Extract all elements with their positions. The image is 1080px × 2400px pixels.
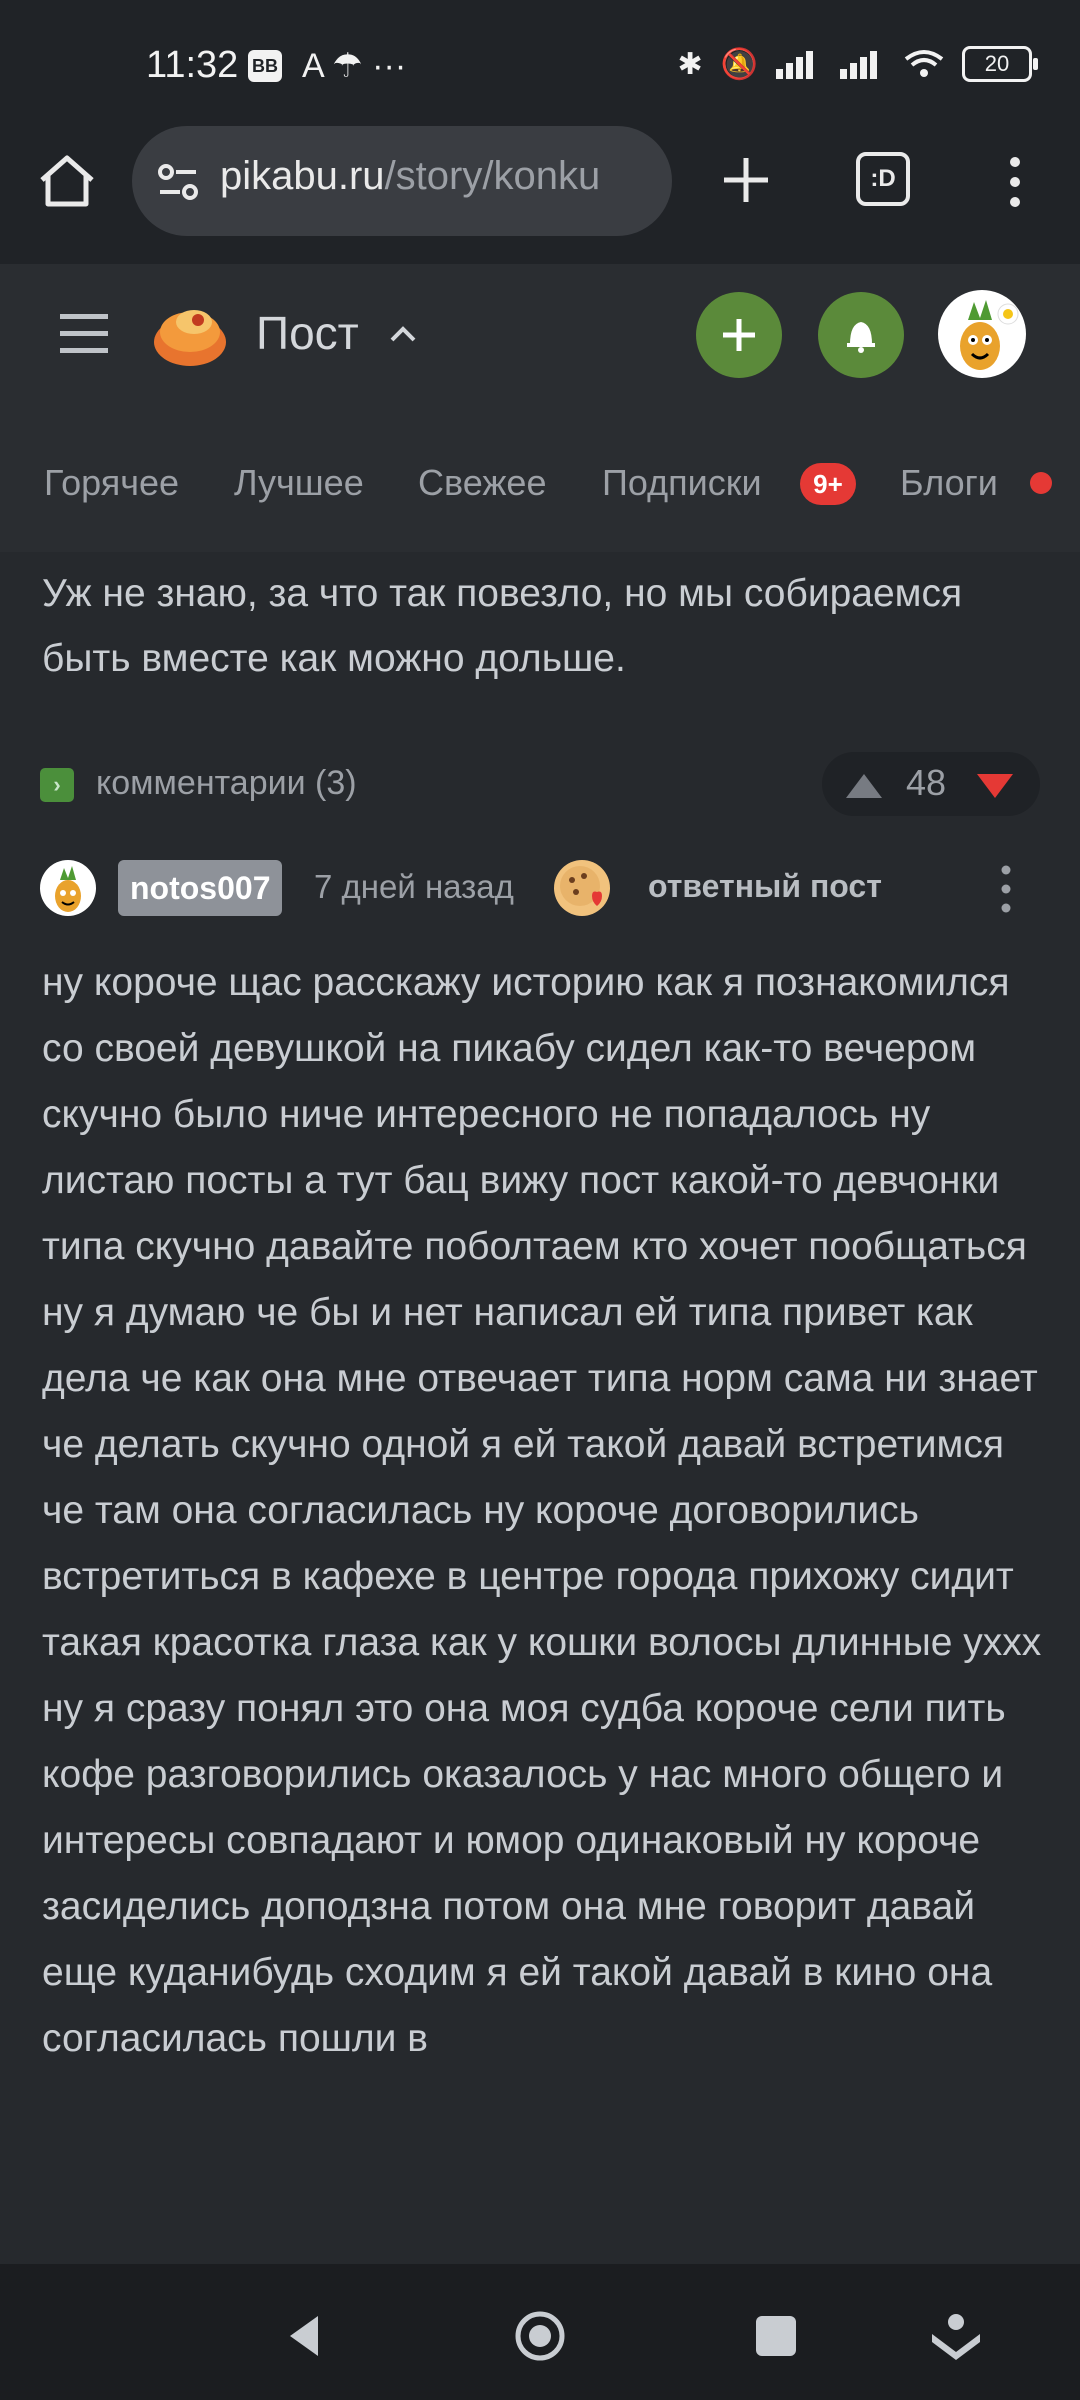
previous-post-text: интересами, которую я люблю и которая лю… [42,572,963,680]
wifi-icon [904,50,944,77]
new-tab-button[interactable] [718,152,774,208]
post-time: 7 дней назад [314,868,514,905]
signal-icon-2 [840,51,877,79]
notifications-button[interactable] [818,292,904,378]
subscriptions-badge: 9+ [800,463,856,505]
url-host: pikabu.ru [220,154,385,198]
status-bar: 11:32 BB A ☂ ··· ✱ 🔕 20 [0,0,1080,132]
back-icon[interactable] [276,2308,332,2364]
cookie-heart-icon [560,866,602,906]
home-icon[interactable] [36,150,98,212]
site-settings-icon[interactable] [156,160,200,204]
author-name[interactable]: notos007 [118,860,283,916]
upvote-icon[interactable] [842,768,886,802]
recents-icon[interactable] [748,2308,804,2364]
page-title: Пост [256,307,359,359]
comments-link[interactable]: комментарии (3) [96,764,357,803]
tab-blogs[interactable]: Блоги [900,462,998,504]
add-post-button[interactable] [696,292,782,378]
assist-icon[interactable] [928,2308,984,2364]
rating-value: 48 [906,762,947,803]
reply-source-avatar[interactable] [554,860,610,916]
url-text[interactable]: pikabu.ru/story/konku [220,154,660,199]
post-menu-icon[interactable] [996,862,1016,916]
bluetooth-icon: ✱ [677,47,703,81]
signal-icon [776,51,813,79]
tab-switcher-button[interactable]: :D [856,152,910,206]
reply-post-label[interactable]: ответный пост [648,868,882,905]
bell-icon [847,322,875,353]
downvote-icon[interactable] [974,770,1016,802]
blogs-badge [1030,472,1052,494]
mute-icon: 🔕 [720,47,758,81]
avatar[interactable] [938,290,1026,378]
status-right-icons: ✱ 🔕 20 [677,46,1038,82]
pineapple-avatar-icon [55,866,81,912]
battery-icon: 20 [962,46,1038,82]
status-time: 11:32 [146,44,239,86]
chevron-up-icon[interactable] [386,318,420,352]
pineapple-avatar-icon [960,300,1019,370]
tab-subscriptions[interactable]: Подписки [602,462,762,504]
add-icon [723,319,755,351]
tab-best[interactable]: Лучшее [234,462,364,504]
more-vert-icon[interactable] [1000,152,1030,212]
url-path: /story/konku [384,154,601,198]
pikabu-logo[interactable] [150,296,230,370]
tab-fresh[interactable]: Свежее [418,462,546,504]
home-nav-icon[interactable] [512,2308,568,2364]
post-body: ну короче щас расскажу историю как я поз… [42,961,1042,2060]
tab-hot[interactable]: Горячее [44,462,179,504]
author-avatar[interactable] [40,860,96,916]
hamburger-icon[interactable] [58,308,110,360]
status-notification-badge: BB [248,50,282,82]
comment-icon[interactable]: › [40,768,74,802]
previous-post-clip: интересами, которую я люблю и которая лю… [0,552,1080,722]
status-extra-icons: A ☂ ··· [302,47,407,85]
